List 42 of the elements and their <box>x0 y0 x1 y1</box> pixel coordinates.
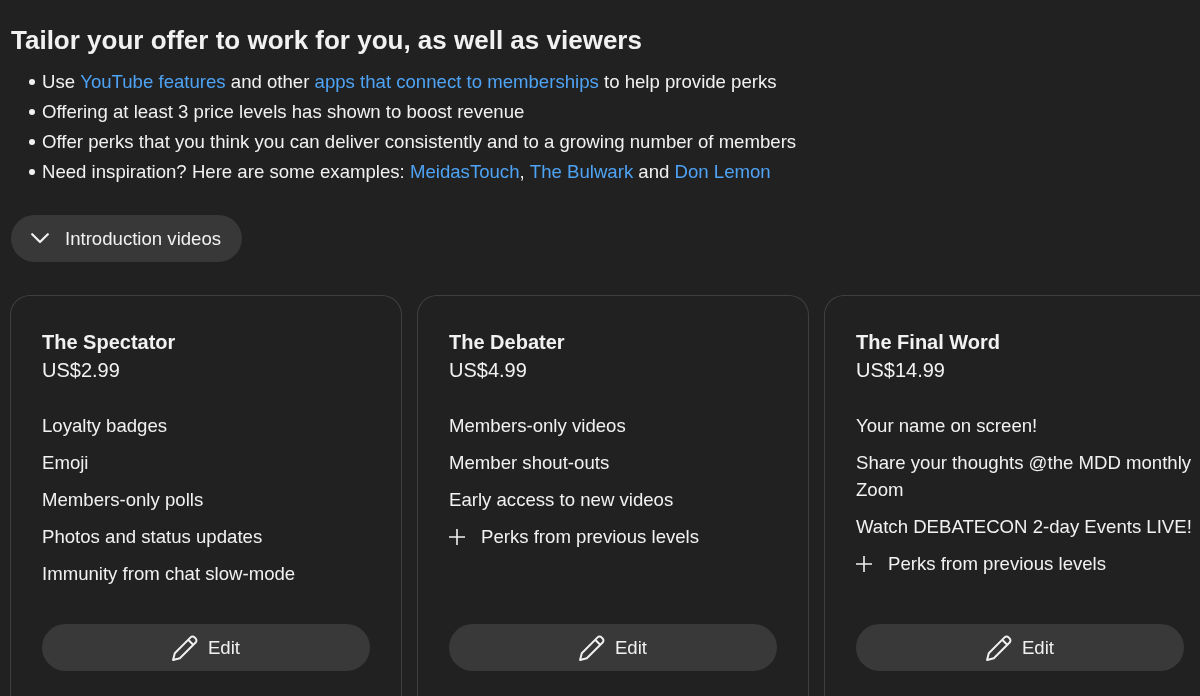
edit-button[interactable]: Edit <box>42 624 370 671</box>
level-price: US$2.99 <box>42 358 120 383</box>
perk-text: Perks from previous levels <box>888 552 1107 576</box>
pencil-icon <box>578 634 605 661</box>
pencil-icon <box>171 634 198 661</box>
perk-text: Perks from previous levels <box>481 525 700 549</box>
bullet-icon <box>29 139 35 145</box>
perk-text: Loyalty badges <box>42 414 168 438</box>
tip-text: Use YouTube features and other apps that connect to memberships to help provide perks <box>42 70 777 94</box>
plus-icon <box>856 555 872 572</box>
perk-text: Your name on screen! <box>856 414 1038 438</box>
edit-button[interactable]: Edit <box>856 624 1184 671</box>
perk-text: Emoji <box>42 451 89 475</box>
perk-text: Watch DEBATECON 2-day Events LIVE! <box>856 515 1192 539</box>
plus-icon <box>449 528 465 545</box>
tip-text: Offering at least 3 price levels has shown to boost revenue <box>42 100 525 124</box>
bullet-icon <box>29 79 35 85</box>
link[interactable]: The Bulwark <box>529 160 634 184</box>
level-name: The Debater <box>449 330 565 355</box>
link[interactable]: Don Lemon <box>674 160 771 184</box>
link[interactable]: MeidasTouch <box>409 160 520 184</box>
edit-button[interactable]: Edit <box>449 624 777 671</box>
link[interactable]: apps that connect to memberships <box>314 70 599 94</box>
perk-text: Immunity from chat slow-mode <box>42 562 296 586</box>
link[interactable]: YouTube features <box>80 70 226 94</box>
perk-text: Members-only videos <box>449 414 626 438</box>
perk-text: Photos and status updates <box>42 525 263 549</box>
level-name: The Final Word <box>856 330 1001 355</box>
perk-text: Share your thoughts @the MDD monthly Zoom <box>856 451 1193 502</box>
pencil-icon <box>985 634 1012 661</box>
bullet-icon <box>29 109 35 115</box>
level-name: The Spectator <box>42 330 176 355</box>
bullet-icon <box>29 169 35 175</box>
level-price: US$4.99 <box>449 358 527 383</box>
perk-text: Early access to new videos <box>449 488 674 512</box>
tip-text: Need inspiration? Here are some examples: MeidasTouch, The Bulwark and Don Lemon <box>42 160 771 184</box>
intro-videos-toggle[interactable]: Introduction videos <box>11 215 243 262</box>
level-price: US$14.99 <box>856 358 945 383</box>
perk-text: Member shout-outs <box>449 451 610 475</box>
tip-text: Offer perks that you think you can deliver consistently and to a growing number of members <box>42 130 797 154</box>
section-heading: Tailor your offer to work for you, as well as viewers <box>11 25 642 55</box>
perk-text: Members-only polls <box>42 488 204 512</box>
